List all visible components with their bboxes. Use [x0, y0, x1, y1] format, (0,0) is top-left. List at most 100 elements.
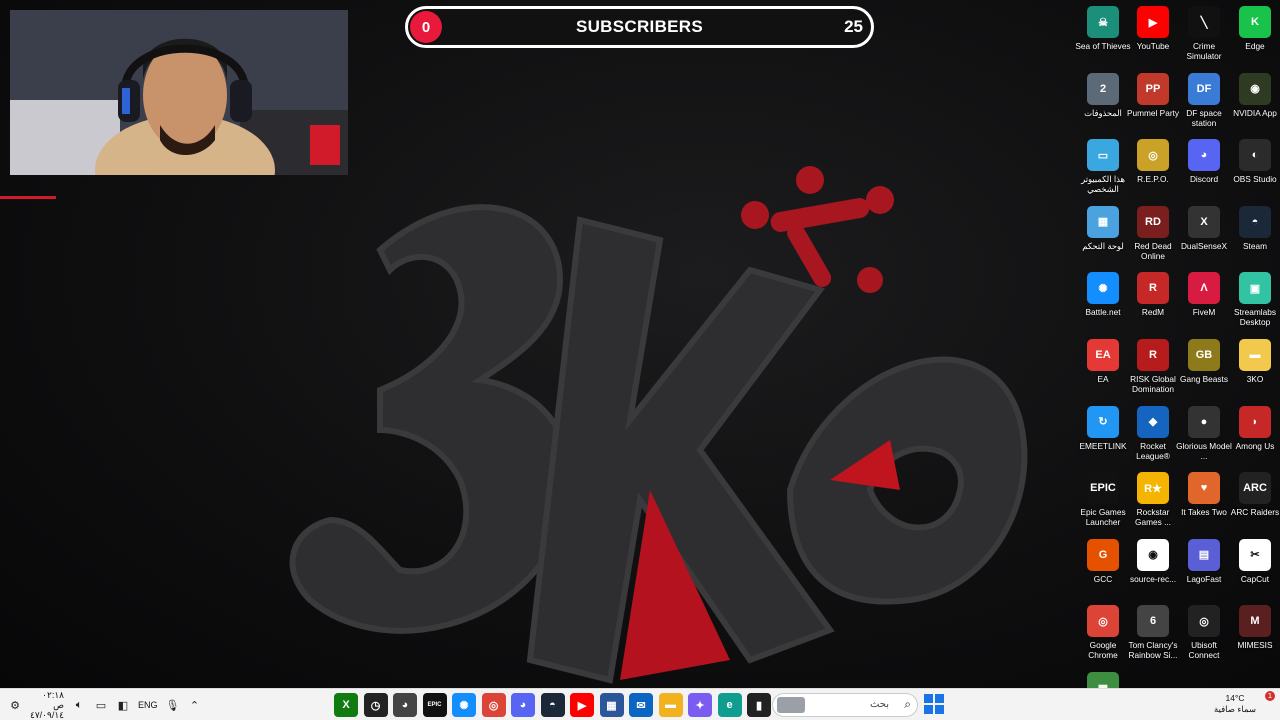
desktop-icon-label: CapCut: [1240, 573, 1270, 584]
desktop-icon-obs[interactable]: ◐ OBS Studio: [1229, 136, 1280, 202]
start-button[interactable]: [924, 694, 944, 714]
desktop-icon-arc-raiders[interactable]: ARC ARC Raiders: [1229, 469, 1280, 535]
search-highlight-image: [777, 697, 805, 713]
redm-icon: R: [1137, 272, 1169, 305]
desktop-icon-label: RedM: [1141, 307, 1165, 318]
desktop-icon-repo[interactable]: ◎ R.E.P.O.: [1127, 136, 1179, 202]
desktop-icon-fivem[interactable]: Λ FiveM: [1178, 269, 1230, 335]
chrome-taskbar-app[interactable]: ◎: [481, 693, 506, 717]
subscriber-goal-bar: 0 SUBSCRIBERS 25: [405, 6, 874, 48]
desktop-icon-risk[interactable]: R RISK Global Domination: [1127, 336, 1179, 402]
chrome-icon: ◎: [1087, 605, 1119, 638]
terminal-app[interactable]: ▮: [747, 693, 771, 717]
battlenet-taskbar-app[interactable]: ✺: [452, 693, 476, 717]
desktop-icon-crime-simulator[interactable]: ╲ Crime Simulator: [1178, 3, 1230, 69]
steam-taskbar-app[interactable]: ◓: [540, 693, 565, 717]
desktop-icon-dualsensex[interactable]: X DualSenseX: [1178, 203, 1230, 269]
ea-icon: EA: [1087, 339, 1119, 371]
sea-of-thieves-icon: ☠: [1087, 6, 1119, 38]
notification-badge[interactable]: 1: [1265, 691, 1275, 701]
outlook-app[interactable]: ✉: [629, 693, 653, 717]
desktop-icon-ubisoft[interactable]: ◎ Ubisoft Connect: [1178, 602, 1230, 668]
explorer-app[interactable]: ▬: [658, 693, 683, 717]
microphone-icon[interactable]: 🎙︎: [166, 698, 180, 712]
desktop-icon-capcut[interactable]: ✂ CapCut: [1229, 536, 1280, 602]
desktop-icon-mimesis[interactable]: M MIMESIS: [1229, 602, 1280, 668]
settings-icon[interactable]: ⚙: [8, 698, 22, 712]
wallpaper-logo: [289, 166, 1028, 684]
desktop-icon-label: Battle.net: [1085, 307, 1121, 318]
desktop-icon-epic-games[interactable]: EPIC Epic Games Launcher: [1077, 469, 1129, 535]
desktop-icon-control-panel[interactable]: ▦ لوحة التحكم: [1077, 203, 1129, 269]
desktop-icon-among-us[interactable]: ◗ Among Us: [1229, 403, 1280, 469]
weather-widget[interactable]: 14°C سماء صافية: [1200, 693, 1270, 717]
pummel-party-icon: PP: [1137, 72, 1169, 105]
desktop-icon-redm[interactable]: R RedM: [1127, 269, 1179, 335]
chevron-up-icon[interactable]: ⌃: [188, 698, 202, 712]
system-tray: ⚙ ٠٢:١٨ ص ٤٧/٠٩/١٤ 🔈︎ ▭ ◧ ENG 🎙︎ ⌃: [8, 689, 202, 720]
desktop-icon-steam[interactable]: ◓ Steam: [1229, 203, 1280, 269]
desktop-icon-source-record[interactable]: ◉ source-rec...: [1127, 536, 1179, 602]
desktop-icon-label: RISK Global Domination: [1130, 374, 1176, 394]
desktop-icon-ea[interactable]: EA EA: [1077, 336, 1129, 402]
among-us-icon: ◗: [1239, 405, 1271, 438]
desktop-icon-label: It Takes Two: [1181, 507, 1227, 518]
desktop-icon-chrome[interactable]: ◎ Google Chrome: [1077, 602, 1129, 668]
search-box[interactable]: بحث ⌕: [772, 693, 918, 717]
search-icon: ⌕: [904, 697, 911, 711]
df-space-station-icon: DF: [1188, 72, 1220, 105]
desktop-icon-battlenet[interactable]: ✺ Battle.net: [1077, 269, 1129, 335]
desktop-icon-label: Gang Beasts: [1180, 374, 1228, 384]
desktop-icon-discord[interactable]: ◕ Discord: [1178, 136, 1230, 202]
desktop-icon-rockstar[interactable]: R★ Rockstar Games ...: [1127, 469, 1179, 535]
source-record-icon: ◉: [1137, 538, 1169, 571]
desktop-icon-gang-beasts[interactable]: GB Gang Beasts: [1178, 336, 1230, 402]
steam-icon: ◓: [1239, 205, 1271, 238]
desktop-icon-emeetlink[interactable]: ↻ EMEETLINK: [1077, 403, 1129, 469]
epic-taskbar-app[interactable]: EPIC: [422, 693, 447, 717]
desktop-icon-label: Rockstar Games ...: [1135, 507, 1171, 528]
edge-icon: K: [1239, 6, 1271, 38]
desktop-icon-df-space-station[interactable]: DF DF space station: [1178, 70, 1230, 136]
xbox-app[interactable]: X: [334, 693, 358, 717]
desktop-icon-streamlabs[interactable]: ▣ Streamlabs Desktop: [1229, 269, 1280, 335]
glorious-mouse-icon: ●: [1188, 405, 1220, 438]
desktop-icon-rocket-league[interactable]: ◆ Rocket League®: [1127, 403, 1179, 469]
desktop-icon-rainbow-six[interactable]: 6 Tom Clancy's Rainbow Si...: [1127, 602, 1179, 668]
desktop-icon-pummel-party[interactable]: PP Pummel Party: [1127, 70, 1179, 136]
desktop-icon-label: لوحة التحكم: [1082, 240, 1124, 251]
it-takes-two-icon: ♥: [1188, 472, 1220, 505]
desktop-icon-gcc[interactable]: G GCC: [1077, 536, 1129, 602]
desktop-icon-edge[interactable]: K Edge: [1229, 3, 1280, 69]
edge-taskbar-app[interactable]: e: [717, 693, 742, 717]
desktop-icon-red-dead-online[interactable]: RD Red Dead Online: [1127, 203, 1179, 269]
speedtest-app[interactable]: ◷: [363, 693, 388, 717]
copilot-app[interactable]: ✦: [688, 693, 712, 717]
taskbar-clock[interactable]: ٠٢:١٨ ص ٤٧/٠٩/١٤: [30, 690, 64, 720]
power-icon[interactable]: ◧: [116, 698, 130, 712]
desktop-icon-youtube[interactable]: ▶ YouTube: [1127, 3, 1179, 69]
youtube-taskbar-app[interactable]: ▶: [570, 693, 594, 717]
crime-simulator-icon: ╲: [1188, 6, 1220, 38]
desktop-icon-lagofast[interactable]: ▤ LagoFast: [1178, 536, 1230, 602]
network-icon[interactable]: ▭: [94, 698, 108, 712]
repo-icon: ◎: [1137, 139, 1169, 172]
store-app[interactable]: ▦: [599, 693, 624, 717]
desktop-icon-this-pc[interactable]: ▭ هذا الكمبيوتر الشخصي: [1077, 136, 1129, 202]
weather-temp: 14°C: [1225, 693, 1245, 703]
desktop-icon-recycle-bin[interactable]: 2 المحذوفات: [1077, 70, 1129, 136]
desktop-icon-label: Glorious Model ...: [1176, 440, 1232, 461]
desktop-icon-it-takes-two[interactable]: ♥ It Takes Two: [1178, 469, 1230, 535]
desktop-icon-sea-of-thieves[interactable]: ☠ Sea of Thieves: [1075, 3, 1131, 69]
volume-icon[interactable]: 🔈︎: [72, 698, 86, 712]
fivem-icon: Λ: [1188, 272, 1220, 305]
discord-ptb-app[interactable]: ◕: [393, 693, 417, 717]
desktop-icon-nvidia[interactable]: ◉ NVIDIA App: [1229, 70, 1280, 136]
desktop-icon-glorious-mouse[interactable]: ● Glorious Model ...: [1176, 403, 1232, 469]
desktop-icon-tlauncher[interactable]: ▩TLauncher: [1077, 669, 1129, 688]
desktop-icon-folder[interactable]: ▬ 3KO: [1229, 336, 1280, 402]
language-indicator[interactable]: ENG: [138, 700, 158, 710]
discord-taskbar-app[interactable]: ◕: [511, 693, 535, 717]
desktop-icon-label: Sea of Thieves: [1075, 41, 1131, 51]
battlenet-icon: ✺: [1087, 272, 1119, 305]
